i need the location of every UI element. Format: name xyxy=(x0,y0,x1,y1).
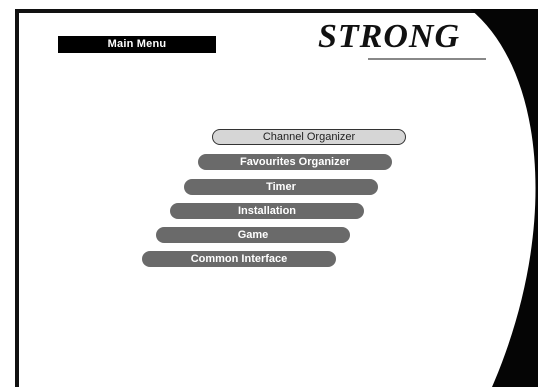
logo-text: STRONG xyxy=(318,18,461,55)
menu-item-common-interface[interactable]: Common Interface xyxy=(142,251,336,267)
menu-item-installation[interactable]: Installation xyxy=(170,203,364,219)
menu-item-game[interactable]: Game xyxy=(156,227,350,243)
tv-screen: Main Menu STRONG Channel Organizer Favou… xyxy=(0,0,538,387)
menu-item-channel-organizer[interactable]: Channel Organizer xyxy=(212,129,406,145)
logo-underline xyxy=(368,58,486,60)
strong-logo: STRONG xyxy=(318,17,490,63)
menu-item-timer[interactable]: Timer xyxy=(184,179,378,195)
menu-item-favourites-organizer[interactable]: Favourites Organizer xyxy=(198,154,392,170)
page-title: Main Menu xyxy=(58,36,216,53)
